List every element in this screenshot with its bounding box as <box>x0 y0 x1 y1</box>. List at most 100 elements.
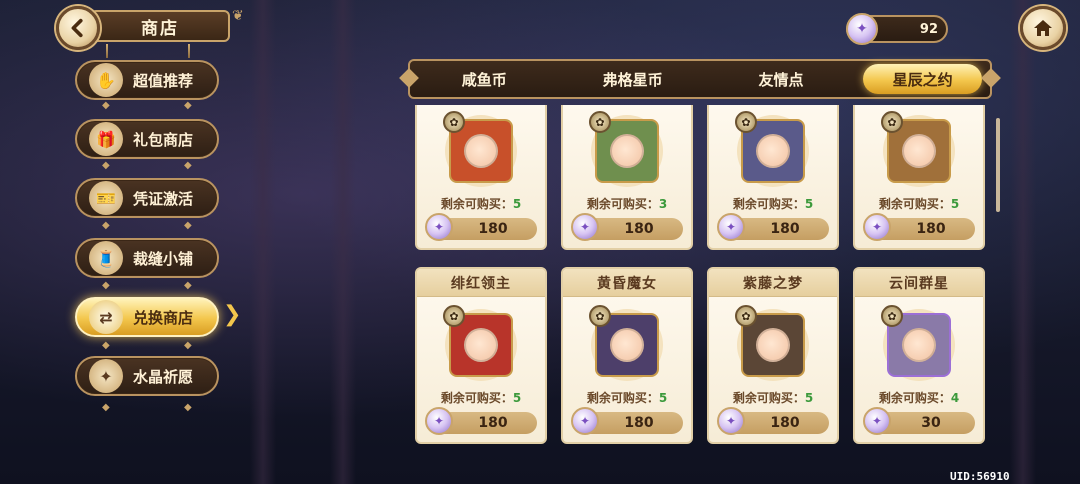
price-value: 30 <box>921 415 941 431</box>
currency-amount: 92 <box>919 21 938 37</box>
sidebar-item-label: 凭证激活 <box>133 189 194 208</box>
sidebar-item-crystal-wish[interactable]: ✦ 水晶祈愿 <box>75 356 219 396</box>
gift-icon: 🎁 <box>89 122 123 156</box>
user-id-label: UID:56910 <box>950 470 1010 483</box>
tab-fog-star-coin[interactable]: 弗格星币 <box>558 61 706 97</box>
tab-friendship-points[interactable]: 友情点 <box>707 61 855 97</box>
rarity-badge-icon: ✿ <box>735 111 757 133</box>
price-value: 180 <box>624 221 654 237</box>
remaining-purchases: 剩余可购买：5 <box>732 197 814 211</box>
shop-item-card[interactable]: 紫藤之梦 ✿ 剩余可购买：5 ✦ 180 <box>707 267 839 444</box>
price-value: 180 <box>478 415 508 431</box>
price-value: 180 <box>624 415 654 431</box>
tab-star-promise[interactable]: 星辰之约 <box>863 64 982 94</box>
diamond-ornament: ◆ <box>102 100 110 111</box>
sidebar-item-recommend[interactable]: ✋ 超值推荐 <box>75 60 219 100</box>
price-button[interactable]: ✦ 180 <box>717 213 829 241</box>
back-arrow-icon <box>71 18 83 38</box>
portrait-frame: ✿ <box>881 305 955 381</box>
chain-ornament <box>106 44 108 58</box>
exchange-icon: ⇄ <box>89 300 123 334</box>
price-button[interactable]: ✦ 30 <box>863 407 975 435</box>
crystal-icon: ✦ <box>89 359 123 393</box>
home-icon <box>1034 20 1052 36</box>
item-title: 绯红领主 <box>417 269 545 297</box>
price-button[interactable]: ✦ 180 <box>425 407 537 435</box>
price-button[interactable]: ✦ 180 <box>571 213 683 241</box>
rarity-badge-icon: ✿ <box>589 111 611 133</box>
back-button[interactable] <box>56 6 100 50</box>
item-grid: ✿ 剩余可购买：5 ✦ 180 ✿ 剩余可购买：3 ✦ 180 ✿ 剩余可购买：5 … <box>415 105 990 460</box>
star-gem-icon: ✦ <box>863 213 891 241</box>
diamond-ornament: ◆ <box>184 402 192 413</box>
sidebar-item-tailor[interactable]: 🧵 裁缝小铺 <box>75 238 219 278</box>
price-button[interactable]: ✦ 180 <box>863 213 975 241</box>
portrait-frame: ✿ <box>589 111 663 187</box>
sidebar-item-label: 礼包商店 <box>133 130 194 149</box>
diamond-ornament: ◆ <box>184 160 192 171</box>
remaining-purchases: 剩余可购买：5 <box>732 391 814 405</box>
shop-item-card[interactable]: ✿ 剩余可购买：5 ✦ 180 <box>707 105 839 250</box>
portrait-frame: ✿ <box>881 111 955 187</box>
character-face <box>464 328 498 362</box>
sidebar-item-label: 兑换商店 <box>133 308 194 327</box>
shop-item-card[interactable]: 黄昏魔女 ✿ 剩余可购买：5 ✦ 180 <box>561 267 693 444</box>
diamond-ornament: ◆ <box>184 100 192 111</box>
price-value: 180 <box>770 221 800 237</box>
star-gem-icon: ✦ <box>863 407 891 435</box>
background-pillar <box>330 0 356 484</box>
shop-item-card[interactable]: 云间群星 ✿ 剩余可购买：4 ✦ 30 <box>853 267 985 444</box>
sewing-icon: 🧵 <box>89 241 123 275</box>
home-button[interactable] <box>1020 6 1066 50</box>
star-gem-icon: ✦ <box>717 407 745 435</box>
rarity-badge-icon: ✿ <box>443 305 465 327</box>
portrait-frame: ✿ <box>443 305 517 381</box>
price-button[interactable]: ✦ 180 <box>571 407 683 435</box>
star-gem-icon: ✦ <box>425 407 453 435</box>
shop-item-card[interactable]: 绯红领主 ✿ 剩余可购买：5 ✦ 180 <box>415 267 547 444</box>
chain-ornament <box>188 44 190 58</box>
character-face <box>902 134 936 168</box>
star-gem-icon: ✦ <box>717 213 745 241</box>
currency-display[interactable]: ✦ 92 <box>846 13 948 45</box>
rarity-badge-icon: ✿ <box>589 305 611 327</box>
diamond-ornament: ◆ <box>102 340 110 351</box>
character-face <box>610 328 644 362</box>
tab-salted-fish-coin[interactable]: 咸鱼币 <box>410 61 558 97</box>
star-gem-icon: ✦ <box>846 13 878 45</box>
item-title: 紫藤之梦 <box>709 269 837 297</box>
grid-scrollbar[interactable] <box>996 118 1000 212</box>
rarity-badge-icon: ✿ <box>881 305 903 327</box>
character-face <box>902 328 936 362</box>
sidebar-item-gift-shop[interactable]: 🎁 礼包商店 <box>75 119 219 159</box>
diamond-ornament: ◆ <box>102 280 110 291</box>
shop-item-card[interactable]: ✿ 剩余可购买：5 ✦ 180 <box>853 105 985 250</box>
remaining-purchases: 剩余可购买：5 <box>440 197 522 211</box>
price-button[interactable]: ✦ 180 <box>425 213 537 241</box>
portrait-frame: ✿ <box>589 305 663 381</box>
star-gem-icon: ✦ <box>425 213 453 241</box>
page-title: 商店 <box>90 10 230 42</box>
diamond-ornament: ◆ <box>184 280 192 291</box>
currency-tabs: 咸鱼币 弗格星币 友情点 星辰之约 <box>408 59 992 99</box>
price-value: 180 <box>478 221 508 237</box>
character-face <box>756 328 790 362</box>
star-gem-icon: ✦ <box>571 407 599 435</box>
sidebar-item-voucher[interactable]: 🎫 凭证激活 <box>75 178 219 218</box>
hand-icon: ✋ <box>89 63 123 97</box>
price-button[interactable]: ✦ 180 <box>717 407 829 435</box>
sidebar-item-label: 水晶祈愿 <box>133 367 194 386</box>
price-value: 180 <box>916 221 946 237</box>
shop-item-card[interactable]: ✿ 剩余可购买：3 ✦ 180 <box>561 105 693 250</box>
diamond-ornament: ◆ <box>184 340 192 351</box>
shop-item-card[interactable]: ✿ 剩余可购买：5 ✦ 180 <box>415 105 547 250</box>
remaining-purchases: 剩余可购买：5 <box>440 391 522 405</box>
diamond-ornament: ◆ <box>184 220 192 231</box>
remaining-purchases: 剩余可购买：5 <box>878 197 960 211</box>
diamond-ornament: ◆ <box>102 160 110 171</box>
diamond-ornament: ◆ <box>102 220 110 231</box>
background-pillar <box>1010 0 1036 484</box>
background-pillar <box>250 0 276 484</box>
remaining-purchases: 剩余可购买：4 <box>878 391 960 405</box>
sidebar-item-exchange[interactable]: ⇄ 兑换商店 <box>75 297 219 337</box>
